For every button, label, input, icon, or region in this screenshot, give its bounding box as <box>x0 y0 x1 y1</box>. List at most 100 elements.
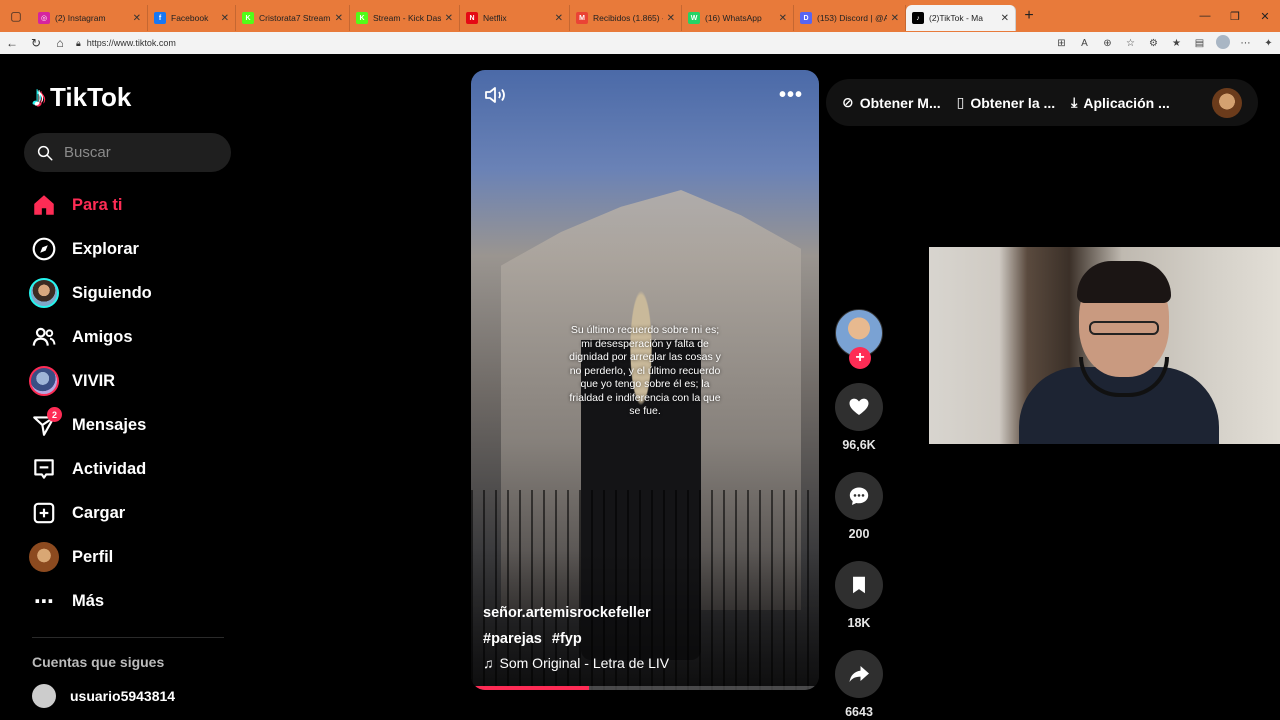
browser-tab[interactable]: ♪ (2)TikTok - Ma ✕ <box>906 5 1016 31</box>
tab-close-icon[interactable]: ✕ <box>133 13 141 24</box>
comment-icon <box>849 487 869 505</box>
tab-close-icon[interactable]: ✕ <box>555 13 563 24</box>
sidebar-item-mas[interactable]: ⋯ Más <box>28 579 152 623</box>
following-avatar-icon <box>28 277 60 309</box>
browser-tab[interactable]: D (153) Discord | @Al ✕ <box>794 5 906 31</box>
follow-plus-icon[interactable]: + <box>849 347 871 369</box>
tab-close-icon[interactable]: ✕ <box>667 13 675 24</box>
webcam-person-glasses <box>1089 321 1159 335</box>
search-box <box>24 133 231 172</box>
tiktok-logo[interactable]: ♪ TikTok <box>32 81 131 113</box>
sidebar-item-actividad[interactable]: Actividad <box>28 447 152 491</box>
browser-tab[interactable]: M Recibidos (1.865) - l ✕ <box>570 5 682 31</box>
favorite-icon[interactable]: ☆ <box>1119 38 1142 49</box>
restore-icon[interactable]: ❐ <box>1220 10 1250 23</box>
search-input[interactable] <box>64 144 214 161</box>
browser-tab[interactable]: N Netflix ✕ <box>460 5 570 31</box>
more-dots-icon: ⋯ <box>34 590 54 613</box>
like-button[interactable] <box>835 383 883 431</box>
comment-action: 200 <box>835 472 883 541</box>
more-icon[interactable]: ⋯ <box>1234 38 1257 49</box>
browser-tab[interactable]: ◎ (2) Instagram ✕ <box>32 5 148 31</box>
refresh-icon[interactable]: ↻ <box>24 36 48 50</box>
tab-close-icon[interactable]: ✕ <box>1001 13 1009 24</box>
sidebar-item-amigos[interactable]: Amigos <box>28 315 152 359</box>
profile-avatar[interactable] <box>1212 87 1242 118</box>
tab-actions-icon[interactable]: ▢ <box>0 0 32 32</box>
sidebar-item-perfil[interactable]: Perfil <box>28 535 152 579</box>
zoom-icon[interactable]: ⊕ <box>1096 38 1119 49</box>
video-progress-fill <box>471 686 590 690</box>
sidebar-item-label: Siguiendo <box>72 283 152 302</box>
sidebar-item-mensajes[interactable]: 2 Mensajes <box>28 403 152 447</box>
tab-title: Cristorata7 Stream - <box>259 13 331 23</box>
copilot-icon[interactable]: ✦ <box>1257 38 1280 49</box>
browser-tab[interactable]: K Cristorata7 Stream - ✕ <box>236 5 350 31</box>
sidebar-item-para-ti[interactable]: Para ti <box>28 183 152 227</box>
live-avatar-icon <box>28 365 60 397</box>
sidebar-item-cargar[interactable]: Cargar <box>28 491 152 535</box>
browser-profile-avatar[interactable] <box>1215 34 1230 49</box>
sidebar-item-label: Actividad <box>72 459 147 478</box>
tab-close-icon[interactable]: ✕ <box>891 13 899 24</box>
top-link-label: Obtener la ... <box>970 94 1056 111</box>
home-icon <box>28 189 60 221</box>
tab-close-icon[interactable]: ✕ <box>221 13 229 24</box>
tab-title: (16) WhatsApp <box>705 13 762 23</box>
video-sound[interactable]: ♫ Som Original - Letra de LIV <box>483 655 669 671</box>
tab-title: (2)TikTok - Ma <box>929 13 983 23</box>
sound-name: Som Original - Letra de LIV <box>499 655 670 671</box>
download-icon: ⤓ <box>1071 94 1078 110</box>
video-more-options-icon[interactable]: ••• <box>779 84 803 107</box>
avatar <box>32 684 56 708</box>
tab-close-icon[interactable]: ✕ <box>779 13 787 24</box>
sidebar-item-label: Mensajes <box>72 415 147 434</box>
back-icon[interactable]: ← <box>0 36 24 50</box>
share-button[interactable] <box>835 650 883 698</box>
browser-tab[interactable]: K Stream - Kick Dashb ✕ <box>350 5 460 31</box>
sidebar-item-explorar[interactable]: Explorar <box>28 227 152 271</box>
save-button[interactable] <box>835 561 883 609</box>
tab-close-icon[interactable]: ✕ <box>335 13 343 24</box>
tab-favicon-icon: ♪ <box>912 12 924 24</box>
favorites-icon[interactable]: ★ <box>1165 38 1188 49</box>
sidebar-item-siguiendo[interactable]: Siguiendo <box>28 271 152 315</box>
video-author[interactable]: señor.artemisrockefeller <box>483 605 669 621</box>
creator-avatar[interactable]: + <box>835 309 883 369</box>
close-window-icon[interactable]: ✕ <box>1250 10 1280 23</box>
hashtag-link[interactable]: #parejas <box>483 631 542 647</box>
volume-icon[interactable] <box>483 84 509 106</box>
collections-icon[interactable]: ▤ <box>1188 38 1211 49</box>
sidebar-item-label: Cargar <box>72 503 126 522</box>
hashtag-link[interactable]: #fyp <box>552 631 582 647</box>
comment-button[interactable] <box>835 472 883 520</box>
video-player[interactable]: ••• Su último recuerdo sobre mi es; mi d… <box>471 70 819 690</box>
followed-account-item[interactable]: usuario5943814 <box>32 684 175 708</box>
tab-favicon-icon: f <box>154 12 166 24</box>
video-progress-bar[interactable] <box>471 686 819 690</box>
browser-tab[interactable]: W (16) WhatsApp ✕ <box>682 5 794 31</box>
browser-tab[interactable]: f Facebook ✕ <box>148 5 236 31</box>
friends-icon <box>28 321 60 353</box>
url-field[interactable]: 🔒︎ https://www.tiktok.com <box>76 38 176 49</box>
read-aloud-icon[interactable]: A <box>1073 38 1096 49</box>
coin-icon: ⊘ <box>842 94 854 110</box>
apps-icon[interactable]: ⊞ <box>1050 38 1073 49</box>
minimize-icon[interactable]: — <box>1190 10 1220 23</box>
extensions-icon[interactable]: ⚙ <box>1142 38 1165 49</box>
upload-icon <box>28 497 60 529</box>
music-note-icon: ♫ <box>483 655 494 671</box>
tab-title: Netflix <box>483 13 507 23</box>
new-tab-button[interactable]: + <box>1016 7 1042 25</box>
search-icon <box>37 145 53 160</box>
tab-title: Recibidos (1.865) - l <box>593 13 663 23</box>
top-link-label: Aplicación ... <box>1083 94 1170 111</box>
home-icon[interactable]: ⌂ <box>48 36 72 50</box>
get-app-link[interactable]: ▯ Obtener la ... <box>957 94 1056 111</box>
messages-icon: 2 <box>28 407 62 441</box>
download-app-link[interactable]: ⤓ Aplicación ... <box>1071 94 1170 111</box>
followed-account-name: usuario5943814 <box>70 688 176 704</box>
tab-close-icon[interactable]: ✕ <box>445 13 453 24</box>
get-coins-link[interactable]: ⊘ Obtener M... <box>842 94 941 111</box>
sidebar-item-vivir[interactable]: VIVIR <box>28 359 152 403</box>
